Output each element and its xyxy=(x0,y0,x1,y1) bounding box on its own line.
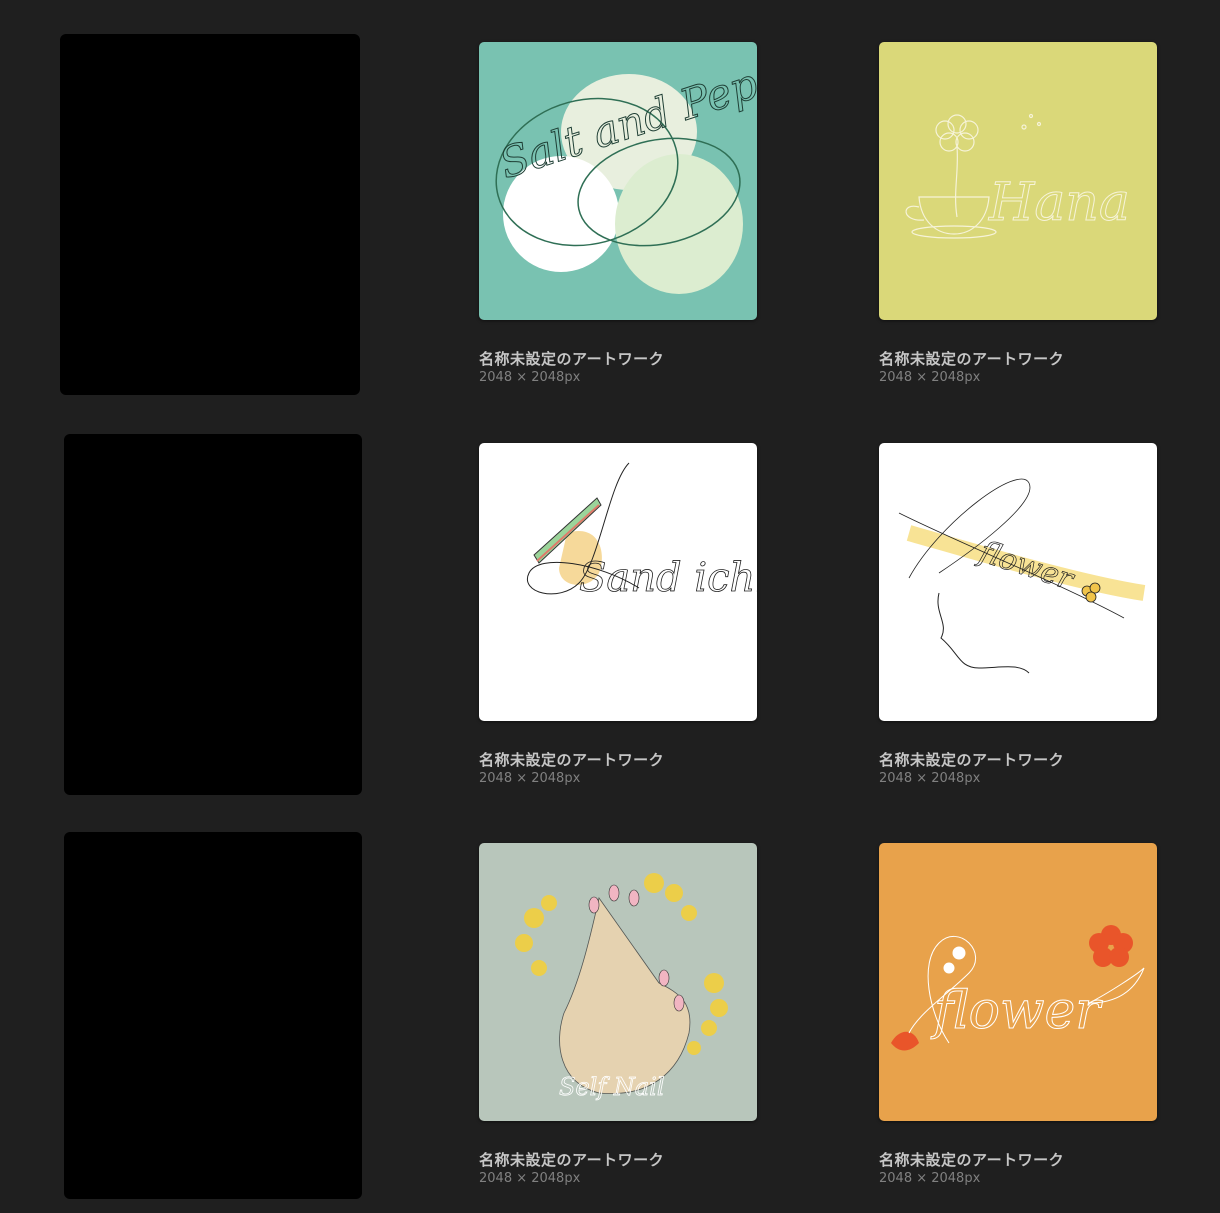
artwork-size: 2048 × 2048px xyxy=(879,370,981,385)
artwork-card[interactable]: flower 名称未設定のアートワーク 2048 × 2048px xyxy=(879,843,1157,1187)
artwork-thumbnail[interactable]: Self Nail xyxy=(479,843,757,1121)
artwork-size: 2048 × 2048px xyxy=(879,1171,981,1186)
artwork-size: 2048 × 2048px xyxy=(479,1171,581,1186)
self-nail-illustration: Self Nail xyxy=(479,843,757,1121)
thumb-label: Hana xyxy=(988,173,1130,233)
thumb-label: Sand ichi 1. xyxy=(579,555,757,601)
flower-profile-illustration: flower xyxy=(879,443,1157,721)
artwork-thumbnail[interactable]: flower xyxy=(879,443,1157,721)
artwork-card[interactable]: Hana 名称未設定のアートワーク 2048 × 2048px xyxy=(879,42,1157,386)
artwork-thumbnail[interactable]: Sand ichi 1. xyxy=(479,443,757,721)
artwork-size: 2048 × 2048px xyxy=(479,370,581,385)
artwork-title: 名称未設定のアートワーク xyxy=(479,350,665,368)
flower-orange-illustration: flower xyxy=(879,843,1157,1121)
artwork-card[interactable]: Self Nail 名称未設定のアートワーク 2048 × 2048px xyxy=(479,843,757,1187)
artwork-title: 名称未設定のアートワーク xyxy=(479,751,665,769)
redacted-artwork-2[interactable] xyxy=(64,434,362,795)
artwork-size: 2048 × 2048px xyxy=(479,771,581,786)
artwork-card[interactable]: Salt and Pepper 名称未設定のアートワーク 2048 × 2048… xyxy=(479,42,757,386)
artwork-thumbnail[interactable]: Hana xyxy=(879,42,1157,320)
thumb-label: flower xyxy=(930,981,1103,1041)
sandwich-illustration: Sand ichi 1. xyxy=(479,443,757,721)
artwork-card[interactable]: flower 名称未設定のアートワーク 2048 × 2048px xyxy=(879,443,1157,787)
artwork-title: 名称未設定のアートワーク xyxy=(879,350,1065,368)
artwork-title: 名称未設定のアートワーク xyxy=(479,1151,665,1169)
artwork-thumbnail[interactable]: Salt and Pepper xyxy=(479,42,757,320)
artwork-gallery: Salt and Pepper 名称未設定のアートワーク 2048 × 2048… xyxy=(0,0,1220,1213)
artwork-card[interactable]: Sand ichi 1. 名称未設定のアートワーク 2048 × 2048px xyxy=(479,443,757,787)
artwork-title: 名称未設定のアートワーク xyxy=(879,1151,1065,1169)
redacted-artwork-3[interactable] xyxy=(64,832,362,1199)
salt-pepper-illustration: Salt and Pepper xyxy=(479,42,757,320)
hana-illustration: Hana xyxy=(879,42,1157,320)
artwork-size: 2048 × 2048px xyxy=(879,771,981,786)
artwork-title: 名称未設定のアートワーク xyxy=(879,751,1065,769)
artwork-thumbnail[interactable]: flower xyxy=(879,843,1157,1121)
redacted-artwork-1[interactable] xyxy=(60,34,360,395)
thumb-label: Self Nail xyxy=(559,1073,665,1101)
